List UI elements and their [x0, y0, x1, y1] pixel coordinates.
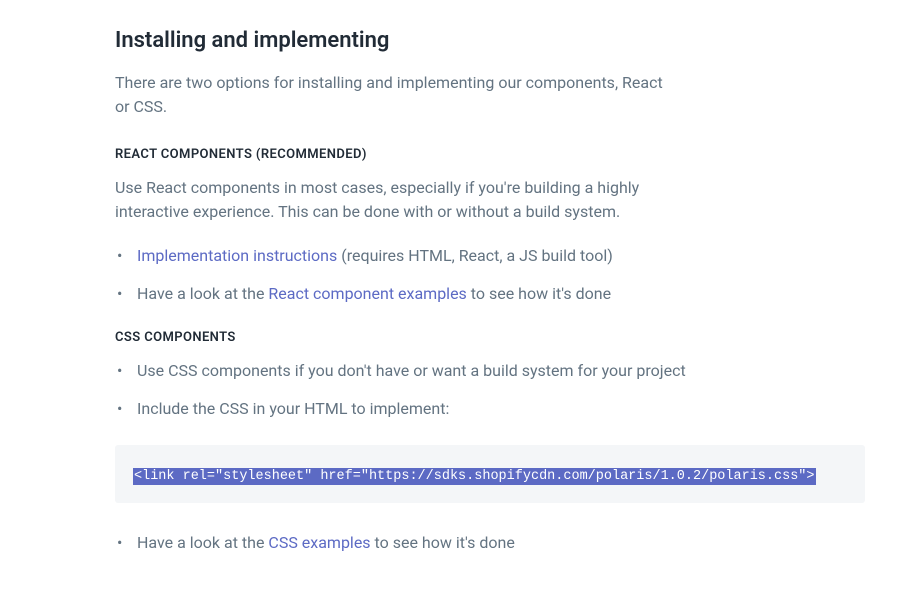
- intro-paragraph: There are two options for installing and…: [115, 71, 675, 119]
- react-section-desc: Use React components in most cases, espe…: [115, 176, 675, 224]
- css-list: Use CSS components if you don't have or …: [115, 359, 865, 421]
- css-section-heading: CSS COMPONENTS: [115, 330, 865, 345]
- doc-container: Installing and implementing There are tw…: [115, 28, 865, 555]
- css-after-list: Have a look at the CSS examples to see h…: [115, 531, 865, 555]
- stylesheet-link-code[interactable]: <link rel="stylesheet" href="https://sdk…: [133, 468, 816, 485]
- list-item: Include the CSS in your HTML to implemen…: [115, 397, 865, 421]
- list-item-suffix: to see how it's done: [467, 284, 611, 303]
- list-item-prefix: Have a look at the: [137, 284, 268, 303]
- list-item-suffix: to see how it's done: [371, 533, 515, 552]
- code-block: <link rel="stylesheet" href="https://sdk…: [115, 445, 865, 503]
- list-item: Use CSS components if you don't have or …: [115, 359, 865, 383]
- implementation-instructions-link[interactable]: Implementation instructions: [137, 246, 337, 265]
- list-item-suffix: (requires HTML, React, a JS build tool): [337, 246, 613, 265]
- react-component-examples-link[interactable]: React component examples: [268, 284, 466, 303]
- react-list: Implementation instructions (requires HT…: [115, 244, 865, 306]
- css-examples-link[interactable]: CSS examples: [268, 533, 370, 552]
- page-title: Installing and implementing: [115, 28, 865, 53]
- list-item: Have a look at the CSS examples to see h…: [115, 531, 865, 555]
- list-item: Implementation instructions (requires HT…: [115, 244, 865, 268]
- react-section-heading: REACT COMPONENTS (RECOMMENDED): [115, 147, 865, 162]
- list-item: Have a look at the React component examp…: [115, 282, 865, 306]
- list-item-prefix: Have a look at the: [137, 533, 268, 552]
